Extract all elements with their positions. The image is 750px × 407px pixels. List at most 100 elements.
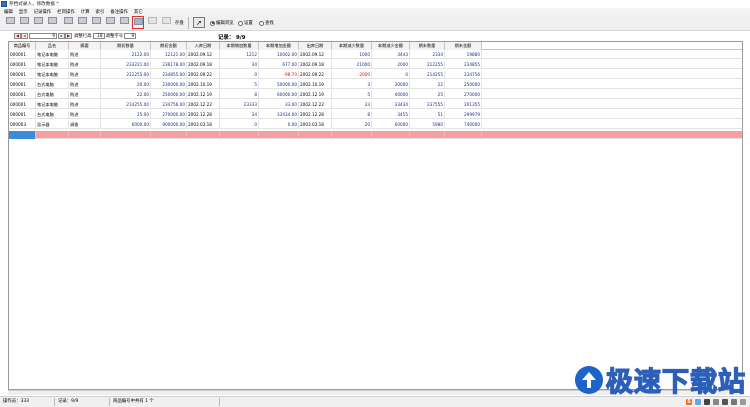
table-cell[interactable]: 0: [372, 71, 410, 79]
table-cell[interactable]: 0: [220, 121, 259, 129]
table-cell[interactable]: [410, 131, 445, 139]
table-cell[interactable]: -98.70: [259, 71, 299, 79]
table-cell[interactable]: 2002.09.12: [299, 51, 332, 59]
table-cell[interactable]: 6000.00: [101, 121, 151, 129]
table-cell[interactable]: 234855: [445, 61, 482, 69]
table-cell[interactable]: 000003: [9, 121, 36, 129]
toolbar-button-5[interactable]: [62, 16, 74, 29]
table-cell[interactable]: 8: [332, 111, 372, 119]
table-cell[interactable]: 笔记本电脑: [36, 61, 69, 69]
table-cell[interactable]: 40000: [372, 91, 410, 99]
table-cell[interactable]: 3: [332, 81, 372, 89]
table-cell[interactable]: 000001: [9, 81, 36, 89]
table-row[interactable]: 000003 显示器 调拨 6000.00 900000.00 2003.03.18 0 0.…: [9, 121, 742, 129]
table-cell[interactable]: 51: [410, 111, 445, 119]
table-cell[interactable]: 22: [410, 81, 445, 89]
table-cell[interactable]: 34: [220, 61, 259, 69]
table-cell[interactable]: 2003.03.18: [187, 121, 220, 129]
nav-last-button[interactable]: ▶: [65, 32, 72, 39]
table-cell[interactable]: [151, 131, 187, 139]
table-cell[interactable]: 2003.03.18: [299, 121, 332, 129]
menu-edit[interactable]: 编辑: [4, 9, 13, 15]
table-cell[interactable]: 60000: [372, 121, 410, 129]
tray-icon-6[interactable]: [740, 398, 746, 405]
radio-find[interactable]: 查找: [259, 20, 274, 26]
menu-view[interactable]: 显示: [19, 9, 28, 15]
table-cell[interactable]: [101, 131, 151, 139]
table-cell[interactable]: 236178.00: [151, 61, 187, 69]
column-header[interactable]: 出库日期: [299, 42, 332, 50]
table-cell[interactable]: 2002.10.19: [299, 81, 332, 89]
table-cell[interactable]: [36, 131, 69, 139]
toolbar-button-6[interactable]: [76, 16, 88, 29]
table-cell[interactable]: 2002.09.22: [187, 71, 220, 79]
column-header[interactable]: 期末数量: [410, 42, 445, 50]
nav-first-button[interactable]: ◀: [14, 32, 21, 39]
record-number-input[interactable]: 9: [29, 32, 57, 39]
table-cell[interactable]: 购进: [69, 51, 101, 59]
active-cell[interactable]: [9, 131, 36, 139]
table-cell[interactable]: 5: [220, 81, 259, 89]
table-cell[interactable]: 购进: [69, 111, 101, 119]
table-cell[interactable]: 25: [410, 91, 445, 99]
table-cell[interactable]: 270000: [445, 91, 482, 99]
column-header[interactable]: 期末金额: [445, 42, 482, 50]
column-header[interactable]: 商品编号: [9, 42, 36, 50]
table-cell[interactable]: 50000.00: [259, 81, 299, 89]
table-cell[interactable]: 299979: [445, 111, 482, 119]
table-cell[interactable]: 000001: [9, 91, 36, 99]
toolbar-button-7[interactable]: [90, 16, 102, 29]
table-cell[interactable]: 2002.12.19: [299, 91, 332, 99]
column-header[interactable]: 本期减少数量: [332, 42, 372, 50]
font-size-input[interactable]: 9: [124, 32, 137, 39]
radio-settings[interactable]: 设置: [238, 20, 253, 26]
toolbar-button-1[interactable]: [4, 16, 16, 29]
table-cell[interactable]: 33: [332, 101, 372, 109]
table-cell[interactable]: 237555: [410, 101, 445, 109]
table-row[interactable]: 000001 台式电脑 购进 22.00 250000.00 2002.12.19 8 600…: [9, 91, 742, 99]
tray-icon-3[interactable]: [713, 398, 719, 405]
table-cell[interactable]: 台式电脑: [36, 81, 69, 89]
tray-icon-1[interactable]: [695, 398, 701, 405]
column-header[interactable]: 本期增加数量: [220, 42, 259, 50]
table-cell[interactable]: 230000.00: [151, 81, 187, 89]
table-cell[interactable]: 677.00: [259, 61, 299, 69]
table-cell[interactable]: 12121.00: [151, 51, 187, 59]
table-row[interactable]: 000001 笔记本电脑 购进 233221.00 236178.00 2002.09.1…: [9, 61, 742, 69]
column-header[interactable]: 本期增加金额: [259, 42, 299, 50]
table-cell[interactable]: 000001: [9, 111, 36, 119]
table-cell[interactable]: 33434.00: [259, 111, 299, 119]
table-cell[interactable]: 3443: [372, 51, 410, 59]
table-cell[interactable]: 2002.12.28: [187, 111, 220, 119]
nav-next-button[interactable]: ▸: [58, 32, 65, 39]
table-cell[interactable]: 34: [220, 111, 259, 119]
table-cell[interactable]: 台式电脑: [36, 91, 69, 99]
table-cell[interactable]: 212255.00: [101, 71, 151, 79]
tray-icon-2[interactable]: [704, 398, 710, 405]
table-cell[interactable]: 234855.00: [151, 71, 187, 79]
table-row[interactable]: 000001 台式电脑 购进 25.00 270000.00 2002.12.28 34 33…: [9, 111, 742, 119]
table-cell[interactable]: [332, 131, 372, 139]
row-height-input[interactable]: 18: [92, 32, 105, 39]
table-cell[interactable]: 10002.00: [259, 51, 299, 59]
toolbar-button-9[interactable]: [118, 16, 130, 29]
table-cell[interactable]: 2002.12.19: [187, 91, 220, 99]
table-cell[interactable]: 调拨: [69, 121, 101, 129]
table-cell[interactable]: 740000: [445, 121, 482, 129]
toolbar-button-2[interactable]: [18, 16, 30, 29]
table-cell[interactable]: 购进: [69, 101, 101, 109]
radio-edit-browse[interactable]: 编辑浏览: [210, 20, 234, 26]
save-button[interactable]: 存盘: [173, 19, 186, 27]
table-row[interactable]: 000001 笔记本电脑 购进 214255.00 234756.00 2002.12.2…: [9, 101, 742, 109]
menu-record[interactable]: 记录操作: [34, 9, 52, 15]
input-method-icon[interactable]: S: [686, 398, 692, 405]
column-header[interactable]: 摘要: [69, 42, 101, 50]
toolbar-button-11[interactable]: [146, 16, 158, 29]
table-cell[interactable]: 22.00: [101, 91, 151, 99]
table-cell[interactable]: [299, 131, 332, 139]
table-cell[interactable]: 201355: [445, 101, 482, 109]
table-cell[interactable]: 2334: [410, 51, 445, 59]
table-cell[interactable]: 8: [220, 91, 259, 99]
table-cell[interactable]: 250000: [445, 81, 482, 89]
table-cell[interactable]: [69, 131, 101, 139]
